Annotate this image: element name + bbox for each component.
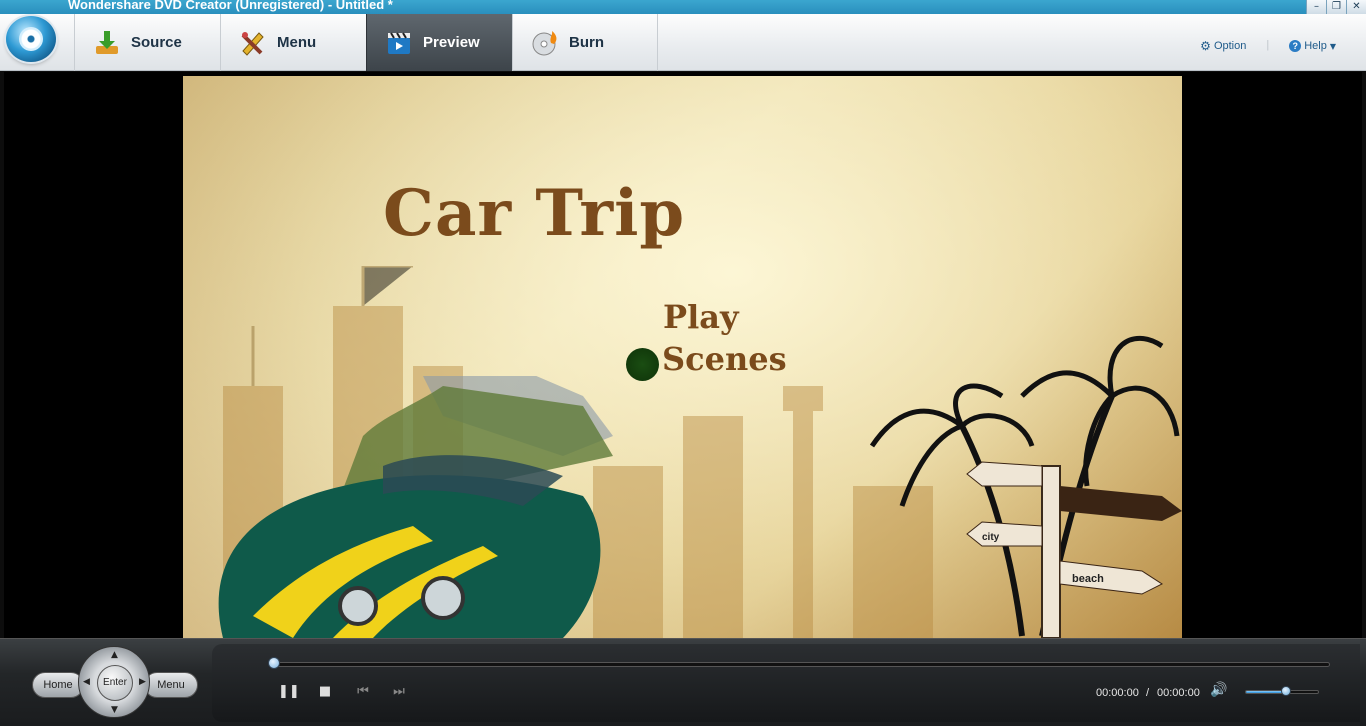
player-controls: ❚❚ ■ ⏮ ⏭ 00:00:00 / 00:00:00 🔊 [212,644,1360,722]
selection-cursor-icon [626,348,659,381]
dvd-menu-preview[interactable]: city beach Car Trip Play Scenes [183,76,1182,638]
link-divider: | [1266,39,1270,51]
total-time: 00:00:00 [1157,687,1200,699]
remote-up-arrow-icon[interactable]: ▲ [111,650,118,660]
dvd-menu-title: Car Trip [383,176,686,251]
disc-burn-icon [532,30,557,55]
remote-menu-button[interactable]: Menu [144,672,198,698]
remote-down-arrow-icon[interactable]: ▼ [111,705,118,715]
sports-car-image [218,376,613,638]
window-controls: – ❐ ✕ [1306,0,1366,14]
window-title: Wondershare DVD Creator (Unregistered) -… [68,0,393,12]
remote-left-arrow-icon[interactable]: ◀ [83,677,90,687]
gear-icon: ⚙ [1200,39,1211,53]
sign-beach-label: beach [1072,573,1104,585]
chevron-down-icon: ▼ [1329,41,1336,51]
title-bar: Wondershare DVD Creator (Unregistered) -… [0,0,1366,14]
minimize-button[interactable]: – [1306,0,1326,14]
remote-home-button[interactable]: Home [32,672,84,698]
tab-menu[interactable]: Menu [220,14,366,71]
playback-control-bar: Home Menu ▲ ▼ ◀ ▶ Enter ❚❚ ■ ⏮ ⏭ 00:00:0… [0,638,1366,726]
sign-city-label: city [982,532,1000,543]
pause-button[interactable]: ❚❚ [278,684,300,700]
help-link[interactable]: ? Help ▼ [1289,39,1336,53]
tab-source-label: Source [131,34,182,51]
help-label: Help [1304,40,1327,52]
option-link[interactable]: ⚙ Option [1200,39,1246,53]
tab-burn[interactable]: Burn [512,14,658,71]
dvd-remote: Home Menu ▲ ▼ ◀ ▶ Enter [28,644,203,718]
current-time: 00:00:00 [1096,687,1139,699]
app-logo-icon[interactable] [6,16,56,62]
remote-dpad[interactable]: ▲ ▼ ◀ ▶ Enter [78,646,150,718]
dvd-menu-scenes-button[interactable]: Scenes [662,340,787,378]
progress-slider[interactable] [274,662,1330,667]
toolbar-links: ⚙ Option | ? Help ▼ [1200,39,1336,53]
tab-source[interactable]: Source [74,14,220,71]
main-toolbar: Source Menu Preview Burn ⚙ Option | ? He… [0,14,1366,71]
close-button[interactable]: ✕ [1346,0,1366,14]
progress-handle[interactable] [268,657,280,669]
tab-preview[interactable]: Preview [366,14,512,71]
remote-right-arrow-icon[interactable]: ▶ [139,677,146,687]
tab-menu-label: Menu [277,34,317,51]
option-label: Option [1213,40,1247,52]
help-icon: ? [1289,40,1302,52]
previous-chapter-button[interactable]: ⏮ [354,684,372,700]
tab-preview-label: Preview [423,34,480,51]
dvd-menu-play-button[interactable]: Play [663,298,739,336]
tab-burn-label: Burn [569,34,604,51]
remote-enter-button[interactable]: Enter [97,665,133,701]
restore-button[interactable]: ❐ [1326,0,1346,14]
volume-fill [1246,691,1286,693]
volume-icon[interactable]: 🔊 [1210,682,1228,700]
main-tabs: Source Menu Preview Burn [74,14,658,71]
palm-trees-signpost-image: city beach [869,335,1182,638]
edit-tools-icon [241,31,264,56]
stop-button[interactable]: ■ [316,684,334,700]
next-chapter-button[interactable]: ⏭ [390,684,408,700]
time-separator: / [1146,687,1150,699]
clapperboard-icon [388,31,410,54]
import-icon [96,30,118,54]
volume-handle[interactable] [1280,686,1291,696]
